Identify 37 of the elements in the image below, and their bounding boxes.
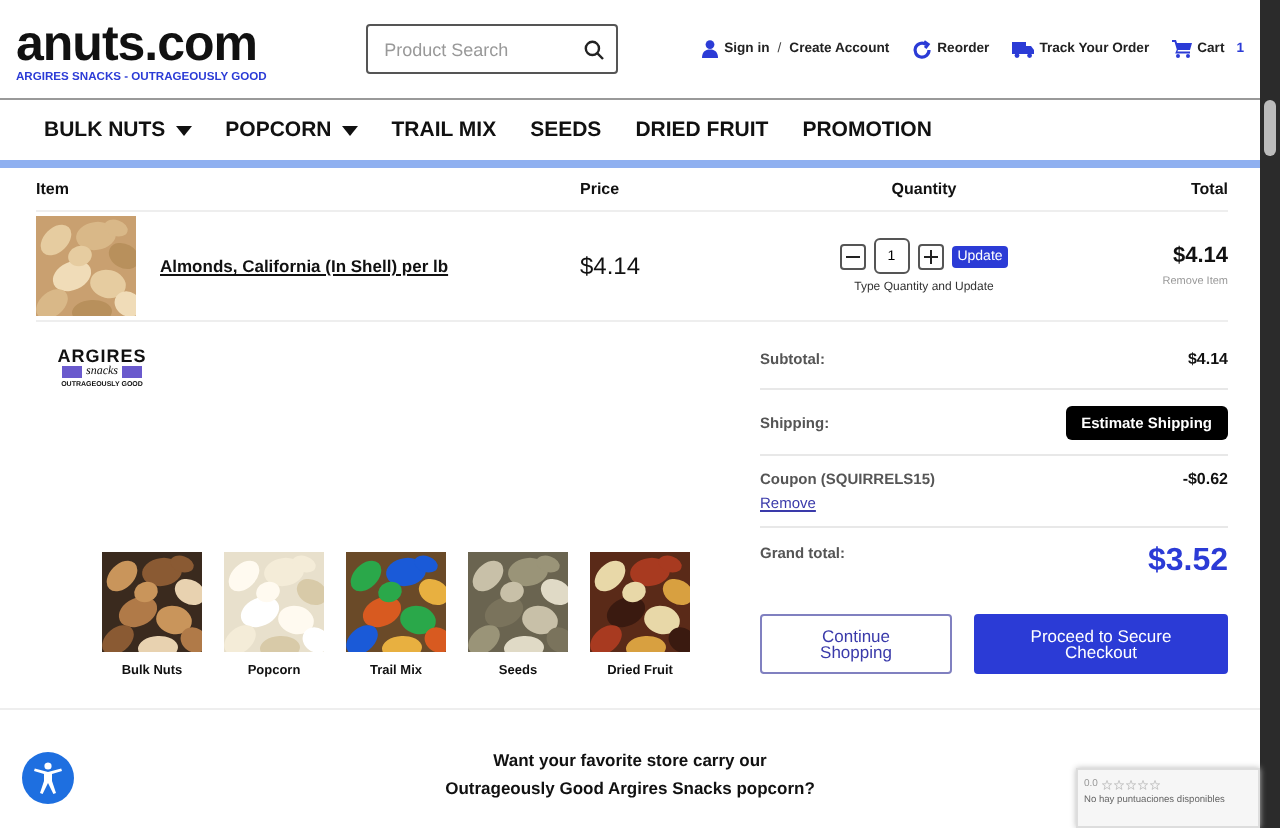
- product-link[interactable]: Almonds, California (In Shell) per lb: [160, 256, 449, 276]
- refresh-icon: [911, 39, 932, 59]
- footer-text: Want your favorite store carry our: [493, 750, 767, 770]
- brand-logo: ARGIRES: [57, 346, 147, 366]
- increase-button[interactable]: [917, 243, 944, 269]
- column-header: Item: [36, 180, 69, 198]
- scrollbar-thumb[interactable]: [1264, 100, 1276, 156]
- unit-price: $4.14: [580, 252, 641, 280]
- coupon-discount: -$0.62: [1182, 470, 1228, 488]
- nav-item[interactable]: POPCORN: [225, 118, 358, 142]
- search-icon[interactable]: [584, 39, 605, 59]
- search-field[interactable]: Product Search: [366, 24, 619, 74]
- decrease-button[interactable]: [839, 243, 866, 269]
- column-header: Quantity: [891, 180, 957, 198]
- column-header: Total: [1190, 180, 1228, 198]
- subtotal-value: $4.14: [1187, 350, 1228, 368]
- nav-item[interactable]: TRAIL MIX: [391, 118, 497, 142]
- footer-text: Outrageously Good Argires Snacks popcorn?: [445, 778, 815, 798]
- line-total: $4.14: [1172, 244, 1228, 268]
- accessibility-button[interactable]: [22, 752, 74, 804]
- caret-icon: [175, 125, 192, 135]
- caret-icon: [341, 125, 358, 135]
- grand-total: $3.52: [1147, 544, 1228, 580]
- checkout-button[interactable]: Proceed to Secure Checkout: [974, 614, 1228, 674]
- nav-item[interactable]: SEEDS: [530, 118, 602, 142]
- nav-item[interactable]: PROMOTION: [802, 118, 932, 142]
- accessibility-icon: [34, 762, 62, 794]
- site-logo[interactable]: anuts.com: [16, 15, 258, 71]
- minus-icon: [845, 255, 860, 257]
- column-header: Price: [580, 180, 620, 198]
- plus-icon: [923, 249, 938, 263]
- nav-item[interactable]: DRIED FRUIT: [635, 118, 769, 142]
- user-icon: [702, 40, 719, 58]
- cart-icon: [1171, 40, 1192, 58]
- truck-icon: [1011, 41, 1034, 57]
- continue-shopping-button[interactable]: Continue Shopping: [760, 614, 952, 674]
- nav-item[interactable]: BULK NUTS: [44, 118, 192, 142]
